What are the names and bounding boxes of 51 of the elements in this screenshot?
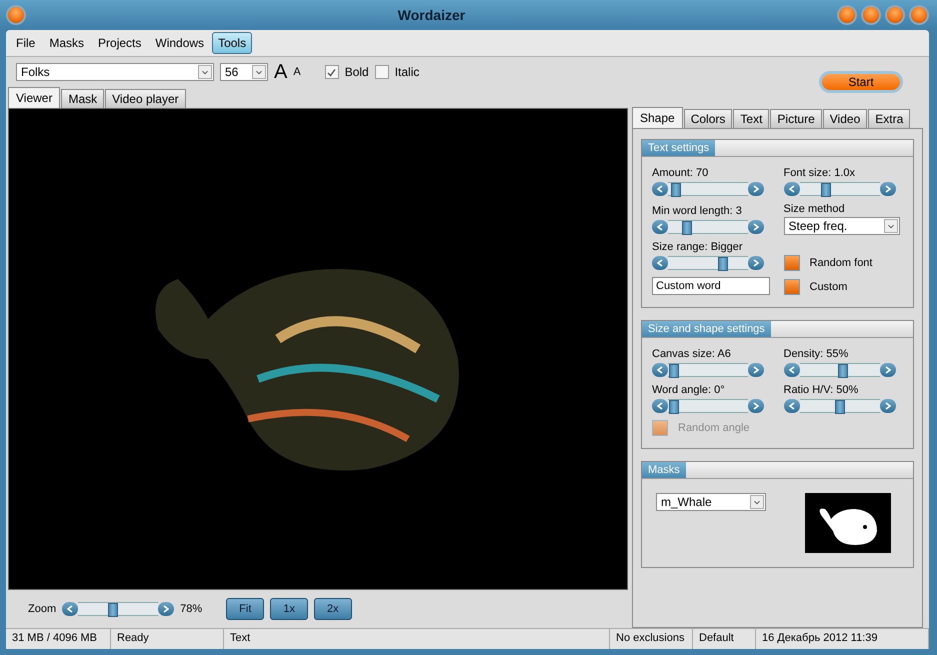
tab[interactable]: Video xyxy=(822,109,868,128)
status-text: Text xyxy=(224,629,610,649)
grow-font-button[interactable]: A xyxy=(274,62,288,82)
group-title: Text settings xyxy=(642,140,716,156)
zoom-button[interactable]: 2x xyxy=(314,598,352,620)
checkbox-label: Random angle xyxy=(678,422,750,434)
slider-label: Font size: 1.0x xyxy=(784,167,856,179)
checkbox-label: Italic xyxy=(394,65,420,79)
status-text: Ready xyxy=(111,629,224,649)
tab[interactable]: Viewer xyxy=(8,87,60,108)
status-text: 31 MB / 4096 MB xyxy=(6,629,111,649)
mask-select[interactable]: m_Whale xyxy=(656,493,766,511)
slider-label: Density: 55% xyxy=(784,348,850,360)
tab[interactable]: Shape xyxy=(632,107,683,128)
checkbox-label: Custom xyxy=(810,281,848,293)
group-title: Masks xyxy=(642,462,686,478)
menu-item[interactable]: Masks xyxy=(43,32,90,54)
status-text: 16 Декабрь 2012 11:39 xyxy=(756,629,929,649)
checkbox-label: Bold xyxy=(344,65,369,79)
start-button[interactable]: Start xyxy=(819,71,903,93)
slider-label: Size range: Bigger xyxy=(652,241,744,253)
tab[interactable]: Text xyxy=(733,109,770,128)
tab[interactable]: Colors xyxy=(684,109,732,128)
status-text: No exclusions xyxy=(610,629,693,649)
zoom-value: 78% xyxy=(180,603,202,615)
select-label: Size method xyxy=(784,203,846,215)
slider-label: Canvas size: A6 xyxy=(652,348,732,360)
checkbox-label: Random font xyxy=(810,257,872,269)
tab[interactable]: Extra xyxy=(868,109,910,128)
size-method-select[interactable]: Steep freq. xyxy=(784,217,900,235)
shrink-font-button[interactable]: A xyxy=(293,66,301,78)
zoom-button[interactable]: 1x xyxy=(270,598,308,620)
status-text: Default xyxy=(693,629,756,649)
font-size-select[interactable]: 56 xyxy=(220,63,268,81)
tab[interactable]: Picture xyxy=(770,109,822,128)
tab[interactable]: Video player xyxy=(105,89,186,108)
menu-item[interactable]: Tools xyxy=(212,32,252,54)
slider-label: Word angle: 0° xyxy=(652,384,726,396)
group-title: Size and shape settings xyxy=(642,321,771,337)
zoom-button[interactable]: Fit xyxy=(226,598,264,620)
slider-label: Min word length: 3 xyxy=(652,205,743,217)
slider-label: Amount: 70 xyxy=(652,167,710,179)
menu-item[interactable]: File xyxy=(10,32,42,54)
window-title: Wordaizer xyxy=(396,7,466,23)
menu-item[interactable]: Projects xyxy=(92,32,148,54)
font-select[interactable]: Folks xyxy=(16,63,214,81)
slider-label: Ratio H/V: 50% xyxy=(784,384,860,396)
zoom-label: Zoom xyxy=(28,603,56,615)
tab[interactable]: Mask xyxy=(61,89,104,108)
custom-word-field[interactable]: Custom word xyxy=(652,277,770,295)
menu-item[interactable]: Windows xyxy=(149,32,210,54)
